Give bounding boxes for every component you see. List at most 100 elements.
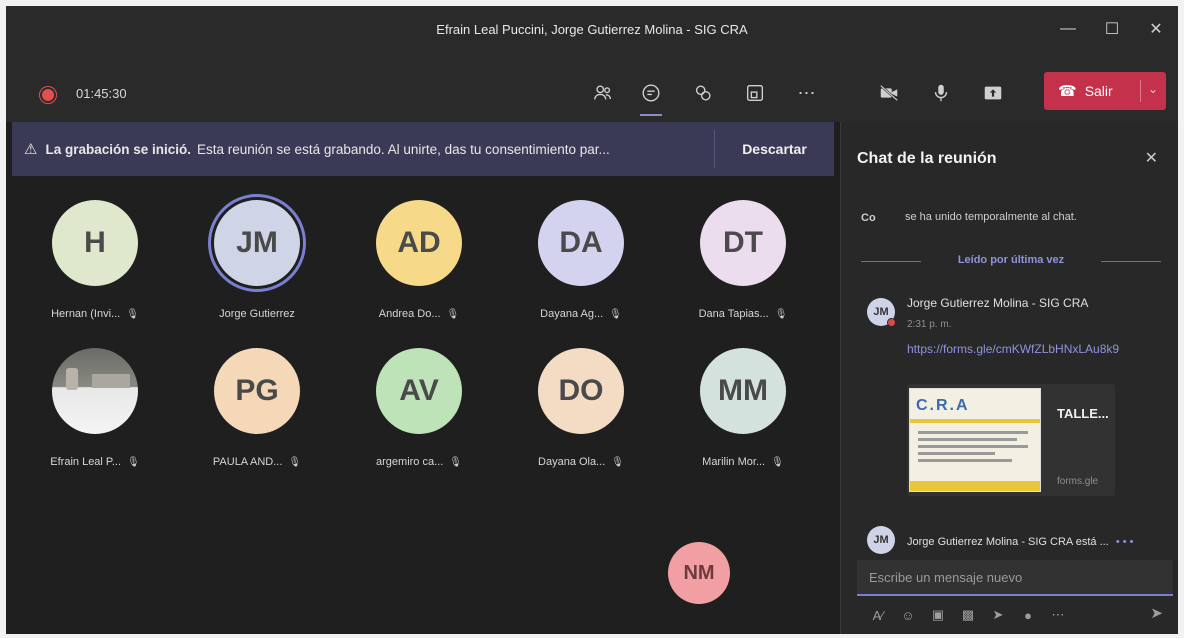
share-tray-icon[interactable]	[738, 76, 772, 110]
banner-title: La grabación se inició.	[45, 141, 191, 157]
avatar-photo	[52, 348, 138, 434]
avatar: MM	[700, 348, 786, 434]
last-read-marker: Leído por última vez	[861, 254, 1161, 268]
participant-tile[interactable]: AD Andrea Do... 🎙	[354, 200, 484, 330]
participant-tile[interactable]: JM Jorge Gutierrez	[192, 200, 322, 330]
send-icon[interactable]: ➤	[1150, 604, 1163, 622]
mic-off-icon: 🎙	[288, 457, 302, 468]
message-avatar: JM	[867, 298, 896, 327]
avatar: PG	[214, 348, 300, 434]
typing-dots: • • •	[1115, 536, 1134, 548]
gif-icon[interactable]: ▣	[923, 605, 953, 625]
participant-name: argemiro ca...	[376, 456, 444, 468]
message-input[interactable]	[869, 569, 1161, 585]
meeting-chat-panel: Chat de la reunión ✕ Co se ha unido temp…	[840, 122, 1178, 634]
close-icon[interactable]: ✕	[1145, 148, 1158, 168]
mic-off-icon: 🎙	[771, 457, 784, 468]
praise-icon[interactable]: ●	[1013, 605, 1043, 625]
leave-button[interactable]: ☎ Salir ⌄	[1044, 72, 1166, 110]
participant-tile[interactable]: MM Marilin Mor... 🎙	[678, 348, 808, 478]
compose-toolbar: A∕ ☺ ▣ ▩ ➤ ● ⋯ ➤	[863, 604, 1163, 626]
participant-name: Dana Tapias...	[698, 308, 769, 320]
participant-tile[interactable]: DO Dayana Ola... 🎙	[516, 348, 646, 478]
typing-text: Jorge Gutierrez Molina - SIG CRA está ..…	[907, 536, 1109, 548]
window-controls: — ☐ ✕	[1046, 6, 1178, 52]
format-icon[interactable]: A∕	[863, 605, 893, 625]
mic-off-icon: 🎙	[449, 457, 462, 468]
minimize-icon[interactable]: —	[1046, 6, 1090, 52]
mic-off-icon: 🎙	[446, 309, 460, 320]
share-screen-icon[interactable]	[976, 76, 1010, 110]
typing-indicator: Jorge Gutierrez Molina - SIG CRA está ..…	[907, 536, 1133, 548]
meet-now-icon[interactable]: ➤	[983, 605, 1013, 625]
participants-icon[interactable]	[586, 76, 620, 110]
mic-off-icon: 🎙	[774, 309, 788, 320]
window-title: Efrain Leal Puccini, Jorge Gutierrez Mol…	[436, 21, 748, 37]
compose-box[interactable]	[857, 560, 1173, 596]
avatar: DO	[538, 348, 624, 434]
chat-icon[interactable]	[634, 76, 668, 116]
participant-name: PAULA AND...	[212, 456, 283, 468]
leave-label: Salir	[1084, 83, 1113, 99]
message-sender: Jorge Gutierrez Molina - SIG CRA	[907, 296, 1089, 310]
system-message-text: se ha unido temporalmente al chat.	[905, 211, 1077, 223]
participant-name: Marilin Mor...	[702, 456, 766, 468]
meeting-timer: 01:45:30	[76, 86, 127, 101]
participant-tile[interactable]: DA Dayana Ag... 🎙	[516, 200, 646, 330]
typing-avatar-initials: JM	[873, 534, 889, 546]
system-avatar: Co	[861, 212, 876, 224]
card-logo: C.R.A	[916, 397, 970, 414]
phone-hangup-icon: ☎	[1058, 83, 1077, 100]
warning-icon: ⚠	[24, 141, 38, 158]
participant-name: Dayana Ag...	[540, 308, 604, 320]
avatar: AV	[376, 348, 462, 434]
participant-name: Dayana Ola...	[538, 456, 606, 468]
teams-meeting-window: Efrain Leal Puccini, Jorge Gutierrez Mol…	[6, 6, 1178, 634]
recording-banner: ⚠ La grabación se inició. Esta reunión s…	[12, 122, 834, 176]
maximize-icon[interactable]: ☐	[1090, 6, 1134, 52]
sticker-icon[interactable]: ▩	[953, 605, 983, 625]
avatar: H	[52, 200, 138, 286]
message-avatar-initials: JM	[873, 306, 889, 318]
participant-name: Andrea Do...	[378, 308, 441, 320]
mic-off-icon: 🎙	[609, 309, 622, 320]
banner-text: Esta reunión se está grabando. Al unirte…	[197, 141, 610, 157]
typing-avatar: JM	[867, 526, 895, 554]
link-preview-domain: forms.gle	[1057, 476, 1099, 487]
avatar: AD	[376, 200, 462, 286]
emoji-icon[interactable]: ☺	[893, 605, 923, 625]
recording-indicator-icon	[42, 89, 54, 101]
participant-name: Hernan (Invi...	[51, 308, 121, 320]
reactions-icon[interactable]	[686, 76, 720, 110]
chevron-down-icon[interactable]: ⌄	[1148, 82, 1158, 96]
meeting-toolbar: 01:45:30 ⋯ ☎ Salir ⌄	[6, 52, 1178, 122]
mic-off-icon: 🎙	[127, 457, 140, 468]
chat-title: Chat de la reunión	[857, 150, 997, 167]
link-preview-thumbnail: C.R.A	[909, 388, 1041, 492]
participant-tile[interactable]: H Hernan (Invi... 🎙	[30, 200, 160, 330]
close-window-icon[interactable]: ✕	[1134, 6, 1178, 52]
participant-tile[interactable]: AV argemiro ca... 🎙	[354, 348, 484, 478]
more-icon[interactable]: ⋯	[790, 76, 824, 110]
mic-icon[interactable]	[924, 76, 958, 110]
avatar: DA	[538, 200, 624, 286]
participant-tile[interactable]: PG PAULA AND... 🎙	[192, 348, 322, 478]
title-bar: Efrain Leal Puccini, Jorge Gutierrez Mol…	[6, 6, 1178, 52]
busy-status-icon	[887, 318, 896, 327]
participant-name: Efrain Leal P...	[50, 456, 122, 468]
more-options-icon[interactable]: ⋯	[1043, 605, 1073, 625]
participant-tile[interactable]: DT Dana Tapias... 🎙	[678, 200, 808, 330]
overflow-participant-avatar[interactable]: NM	[668, 542, 730, 604]
mic-off-icon: 🎙	[611, 457, 624, 468]
participant-tile[interactable]: Efrain Leal P... 🎙	[30, 348, 160, 478]
avatar: DT	[700, 200, 786, 286]
link-preview-card[interactable]: C.R.A TALLE... forms.gle	[907, 384, 1115, 496]
message-time: 2:31 p. m.	[907, 319, 952, 330]
link-preview-title: TALLE...	[1057, 406, 1109, 421]
camera-off-icon[interactable]	[872, 76, 906, 110]
dismiss-button[interactable]: Descartar	[714, 130, 834, 168]
mic-off-icon: 🎙	[126, 309, 139, 320]
participant-name: Jorge Gutierrez	[219, 308, 295, 320]
avatar: JM	[214, 200, 300, 286]
message-link[interactable]: https://forms.gle/cmKWfZLbHNxLAu8k9	[907, 340, 1137, 358]
